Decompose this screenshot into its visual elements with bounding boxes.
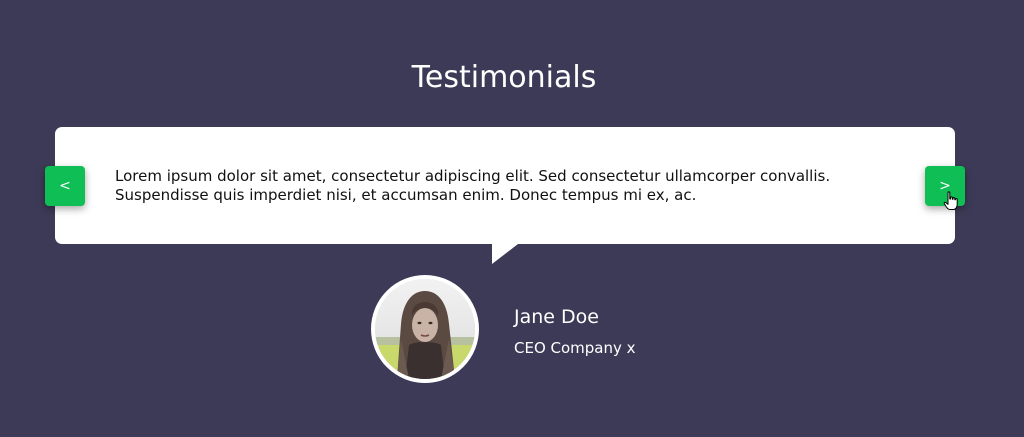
author-role: CEO Company x <box>514 339 636 357</box>
author-avatar <box>371 275 479 383</box>
section-title: Testimonials <box>411 60 597 95</box>
testimonial-quote: Lorem ipsum dolor sit amet, consectetur … <box>115 167 831 204</box>
prev-button[interactable]: < <box>45 166 85 206</box>
author-name: Jane Doe <box>514 306 599 328</box>
testimonial-card: Lorem ipsum dolor sit amet, consectetur … <box>55 127 955 264</box>
hand-pointer-icon <box>943 191 958 210</box>
testimonials-section: Testimonials Lorem ipsum dolor sit amet,… <box>0 0 1024 437</box>
avatar-photo <box>375 279 475 379</box>
